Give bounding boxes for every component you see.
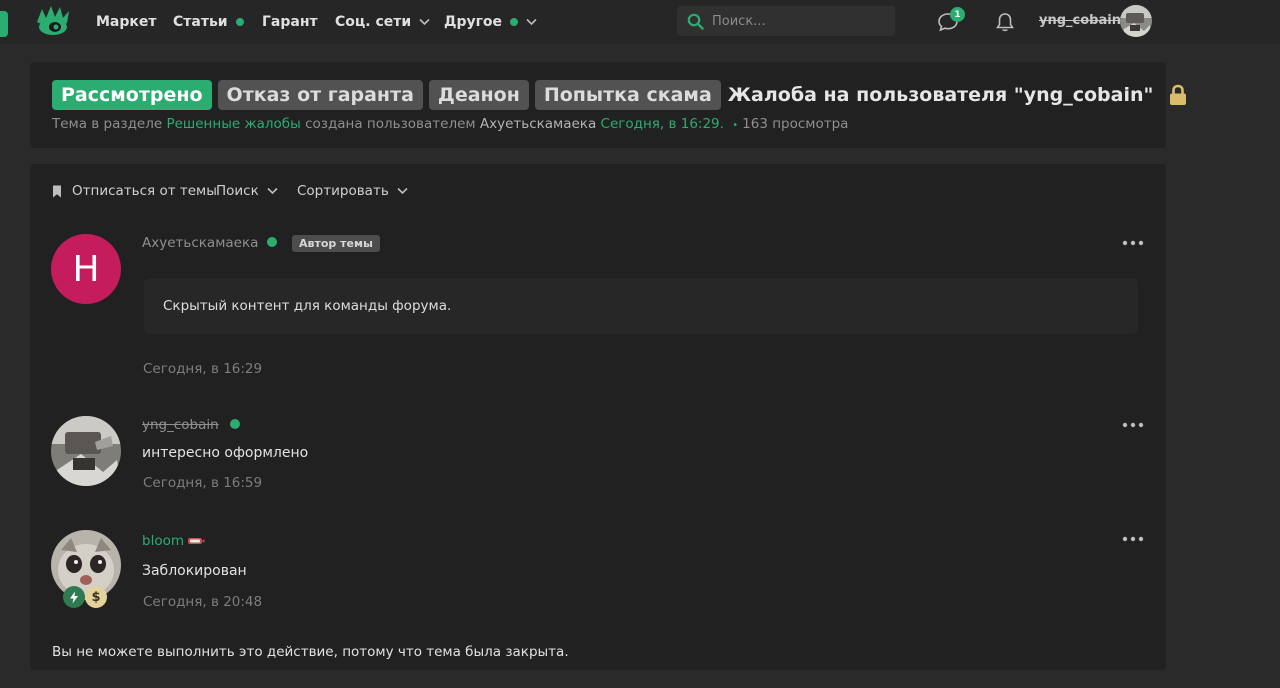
post-1-date[interactable]: Сегодня, в 16:29 xyxy=(143,361,262,377)
thread-author-badge: Автор темы xyxy=(292,235,380,252)
post-2-username[interactable]: yng_cobain xyxy=(142,417,219,433)
post-3-avatar[interactable] xyxy=(51,530,121,600)
top-navbar: Маркет Статьи Гарант Соц. сети Другое 1 … xyxy=(0,0,1280,44)
nav-market-label: Маркет xyxy=(96,14,157,30)
user-banner-icon xyxy=(188,538,205,544)
new-indicator-dot xyxy=(510,18,519,26)
thread-title: Жалоба на пользователя "yng_cobain" xyxy=(727,84,1154,106)
prefix-scam-attempt[interactable]: Попытка скама xyxy=(534,80,721,110)
thread-date-link[interactable]: Сегодня, в 16:29. xyxy=(601,116,724,132)
online-indicator xyxy=(230,419,240,429)
post-3-username[interactable]: bloom xyxy=(142,533,184,549)
more-dots-icon[interactable] xyxy=(1122,421,1144,429)
nav-guarantor[interactable]: Гарант xyxy=(262,12,318,32)
chevron-down-icon xyxy=(419,18,430,26)
post-2-content: интересно оформлено xyxy=(142,445,309,461)
chevron-down-icon xyxy=(267,187,278,195)
prefix-reviewed[interactable]: Рассмотрено xyxy=(52,80,212,110)
bell-icon[interactable] xyxy=(994,11,1016,33)
online-indicator xyxy=(267,237,277,247)
new-indicator-dot xyxy=(235,18,244,26)
thread-panel: Отписаться от темы Поиск Сортировать Н А… xyxy=(30,164,1166,670)
post-1-username[interactable]: Ахуетьскамаека xyxy=(142,235,258,251)
post-1-avatar[interactable]: Н xyxy=(51,234,121,304)
lock-icon xyxy=(1170,84,1187,105)
meta-separator: • xyxy=(732,120,739,131)
more-dots-icon[interactable] xyxy=(1122,535,1144,543)
meta-created-by: создана пользователем xyxy=(305,116,476,132)
post-3-date[interactable]: Сегодня, в 20:48 xyxy=(143,594,262,610)
more-dots-icon[interactable] xyxy=(1122,239,1144,247)
section-link[interactable]: Решенные жалобы xyxy=(166,116,300,132)
nav-market[interactable]: Маркет xyxy=(96,12,157,32)
meta-section-prefix: Тема в разделе xyxy=(52,116,163,132)
logo-icon[interactable] xyxy=(34,4,72,38)
sort-button[interactable]: Сортировать xyxy=(297,183,408,199)
prefix-deanon[interactable]: Деанон xyxy=(428,80,529,110)
current-username[interactable]: yng_cobain xyxy=(1039,13,1121,28)
thread-meta: Тема в разделе Решенные жалобы создана п… xyxy=(52,116,848,132)
thread-header: Рассмотрено Отказ от гаранта Деанон Попы… xyxy=(30,62,1187,148)
current-user-avatar[interactable] xyxy=(1120,5,1152,37)
nav-other[interactable]: Другое xyxy=(444,12,537,32)
post-2-avatar[interactable] xyxy=(51,416,121,486)
search-box[interactable] xyxy=(677,6,895,36)
nav-guarantor-label: Гарант xyxy=(262,14,318,30)
nav-articles-label: Статьи xyxy=(173,14,228,30)
post-3-content: Заблокирован xyxy=(142,563,247,579)
post-2-date[interactable]: Сегодня, в 16:59 xyxy=(143,475,262,491)
messages-count-badge: 1 xyxy=(950,7,965,22)
bolt-icon xyxy=(63,586,85,608)
thread-author-link[interactable]: Ахуетьскамаека xyxy=(480,116,596,132)
hidden-content-box: Скрытый контент для команды форума. xyxy=(144,278,1138,334)
thread-closed-notice: Вы не можете выполнить это действие, пот… xyxy=(52,644,569,660)
nav-social-label: Соц. сети xyxy=(335,14,412,30)
bookmark-icon xyxy=(53,185,61,197)
side-edge-tab[interactable] xyxy=(0,11,8,37)
nav-articles[interactable]: Статьи xyxy=(173,12,244,32)
search-icon xyxy=(687,13,704,30)
sort-label: Сортировать xyxy=(297,183,389,199)
search-input[interactable] xyxy=(712,13,882,29)
search-thread-label: Поиск xyxy=(216,183,259,199)
search-thread-button[interactable]: Поиск xyxy=(216,183,278,199)
chevron-down-icon xyxy=(526,18,537,26)
nav-social[interactable]: Соц. сети xyxy=(335,12,430,32)
thread-title-row: Рассмотрено Отказ от гаранта Деанон Попы… xyxy=(52,80,1188,110)
dollar-icon: $ xyxy=(85,586,107,608)
unsubscribe-button[interactable]: Отписаться от темы xyxy=(52,183,217,199)
views-count: 163 просмотра xyxy=(742,116,849,132)
prefix-guarantor-refusal[interactable]: Отказ от гаранта xyxy=(217,80,423,110)
chevron-down-icon xyxy=(397,187,408,195)
unsubscribe-label: Отписаться от темы xyxy=(72,183,217,199)
nav-other-label: Другое xyxy=(444,14,503,30)
hidden-content-text: Скрытый контент для команды форума. xyxy=(163,298,452,314)
